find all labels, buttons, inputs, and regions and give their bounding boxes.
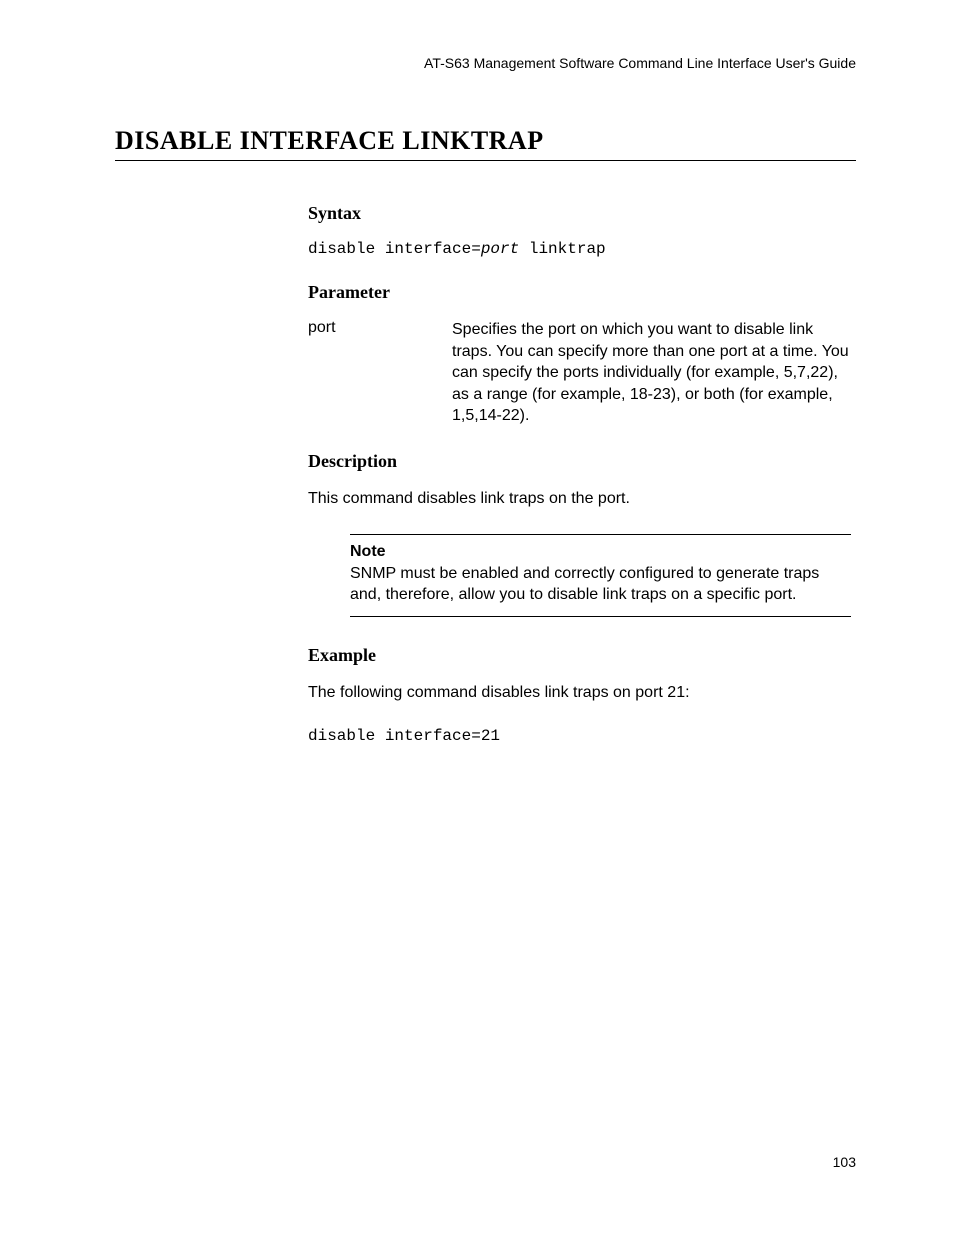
- description-text: This command disables link traps on the …: [308, 488, 856, 510]
- note-text: SNMP must be enabled and correctly confi…: [350, 563, 851, 606]
- note-box: Note SNMP must be enabled and correctly …: [350, 534, 851, 617]
- page-header: AT-S63 Management Software Command Line …: [115, 55, 856, 71]
- description-heading: Description: [308, 451, 856, 472]
- parameter-name: port: [308, 319, 452, 427]
- syntax-suffix: linktrap: [519, 240, 605, 258]
- example-heading: Example: [308, 645, 856, 666]
- syntax-prefix: disable interface=: [308, 240, 481, 258]
- parameter-description: Specifies the port on which you want to …: [452, 319, 856, 427]
- page-number: 103: [833, 1154, 856, 1170]
- note-label: Note: [350, 543, 851, 561]
- syntax-param: port: [481, 240, 519, 258]
- example-code: disable interface=21: [308, 727, 856, 745]
- syntax-heading: Syntax: [308, 203, 856, 224]
- parameter-heading: Parameter: [308, 282, 856, 303]
- syntax-code: disable interface=port linktrap: [308, 240, 856, 258]
- page-title: DISABLE INTERFACE LINKTRAP: [115, 126, 856, 161]
- parameter-row: port Specifies the port on which you wan…: [308, 319, 856, 427]
- example-intro: The following command disables link trap…: [308, 682, 856, 704]
